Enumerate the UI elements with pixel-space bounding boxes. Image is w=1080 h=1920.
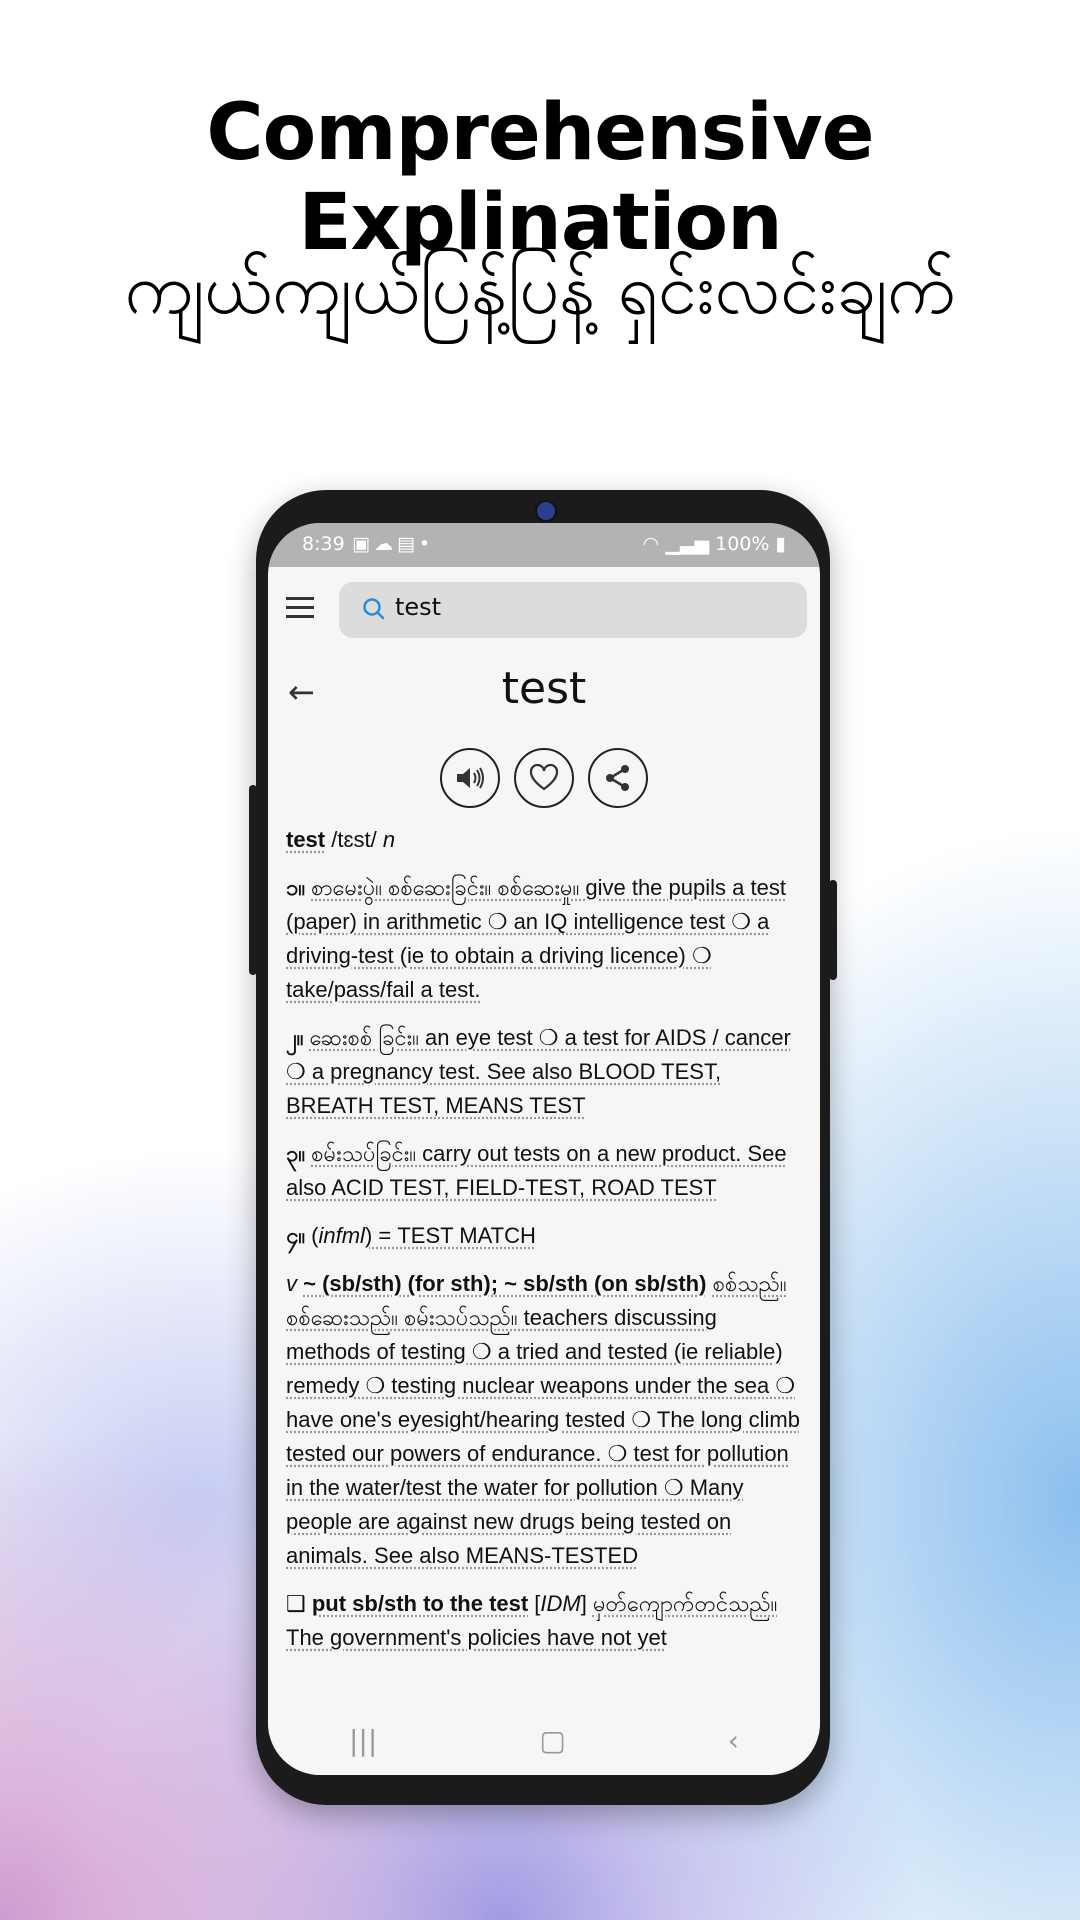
verb-definition: v ~ (sb/sth) (for sth); ~ sb/sth (on sb/… [286, 1271, 800, 1568]
pronunciation: /tɛst/ [331, 827, 377, 852]
share-icon [606, 765, 629, 791]
part-of-speech: n [382, 827, 396, 852]
power-button [829, 880, 837, 980]
signal-icon: ▁▃▅ [665, 533, 710, 555]
definition-2: ၂။ ဆေးစစ် ခြင်း။ an eye test ❍ a test fo… [286, 1025, 791, 1118]
action-buttons [268, 748, 820, 808]
favorite-button[interactable] [514, 748, 574, 808]
top-bar [268, 579, 820, 639]
volume-button [249, 785, 257, 975]
cloud-icon: ☁ [373, 533, 397, 555]
battery-percent: 100% [715, 533, 770, 555]
status-time: 8:39 [302, 533, 345, 555]
idiom: ❑ put sb/sth to the test [IDM] မှတ်ကျောက… [286, 1591, 778, 1650]
navigation-bar: ||| ▢ ‹ [268, 1705, 820, 1775]
battery-icon: ▮ [775, 533, 786, 555]
speaker-icon [457, 767, 484, 789]
definition-content: test /tɛst/ n ၁။ စာမေးပွဲ။ စစ်ဆေးခြင်း။ … [286, 823, 806, 1669]
screen: 8:39 ▣☁▤• ◠ ▁▃▅ 100% ▮ ← test [268, 523, 820, 1775]
system-icons: ◠ ▁▃▅ 100% ▮ [643, 533, 786, 555]
search-input[interactable] [393, 592, 777, 622]
promo-subtitle: ကျယ်ကျယ်ပြန့်ပြန့် ရှင်းလင်းချက် [124, 248, 956, 330]
entry-word: test [501, 663, 587, 714]
speak-button[interactable] [440, 748, 500, 808]
heart-icon [529, 764, 559, 791]
definition-1: ၁။ စာမေးပွဲ။ စစ်ဆေးခြင်း။ စစ်ဆေးမှု။ giv… [286, 875, 786, 1002]
search-bar[interactable] [339, 582, 807, 638]
dot-icon: • [418, 533, 435, 555]
search-icon [363, 598, 385, 620]
camera [535, 500, 557, 522]
promo-title: Comprehensive Explination [206, 88, 874, 268]
notification-icons: ▣☁▤• [352, 533, 434, 555]
wifi-icon: ◠ [642, 533, 660, 555]
menu-icon[interactable] [286, 597, 314, 619]
calendar-icon: ▤ [396, 533, 419, 555]
home-icon[interactable]: ▢ [539, 1724, 565, 1757]
headword-line: test /tɛst/ n [286, 823, 806, 857]
headword: test [286, 827, 326, 852]
definition-3: ၃။ စမ်းသပ်ခြင်း။ carry out tests on a ne… [286, 1141, 787, 1200]
phone-frame: 8:39 ▣☁▤• ◠ ▁▃▅ 100% ▮ ← test [249, 490, 837, 1805]
definition-4: ၄။ (infml) = TEST MATCH [286, 1223, 536, 1248]
share-button[interactable] [588, 748, 648, 808]
recent-apps-icon[interactable]: ||| [349, 1724, 377, 1757]
status-bar: 8:39 ▣☁▤• ◠ ▁▃▅ 100% ▮ [268, 523, 820, 567]
image-icon: ▣ [352, 533, 374, 555]
back-nav-icon[interactable]: ‹ [728, 1724, 739, 1757]
